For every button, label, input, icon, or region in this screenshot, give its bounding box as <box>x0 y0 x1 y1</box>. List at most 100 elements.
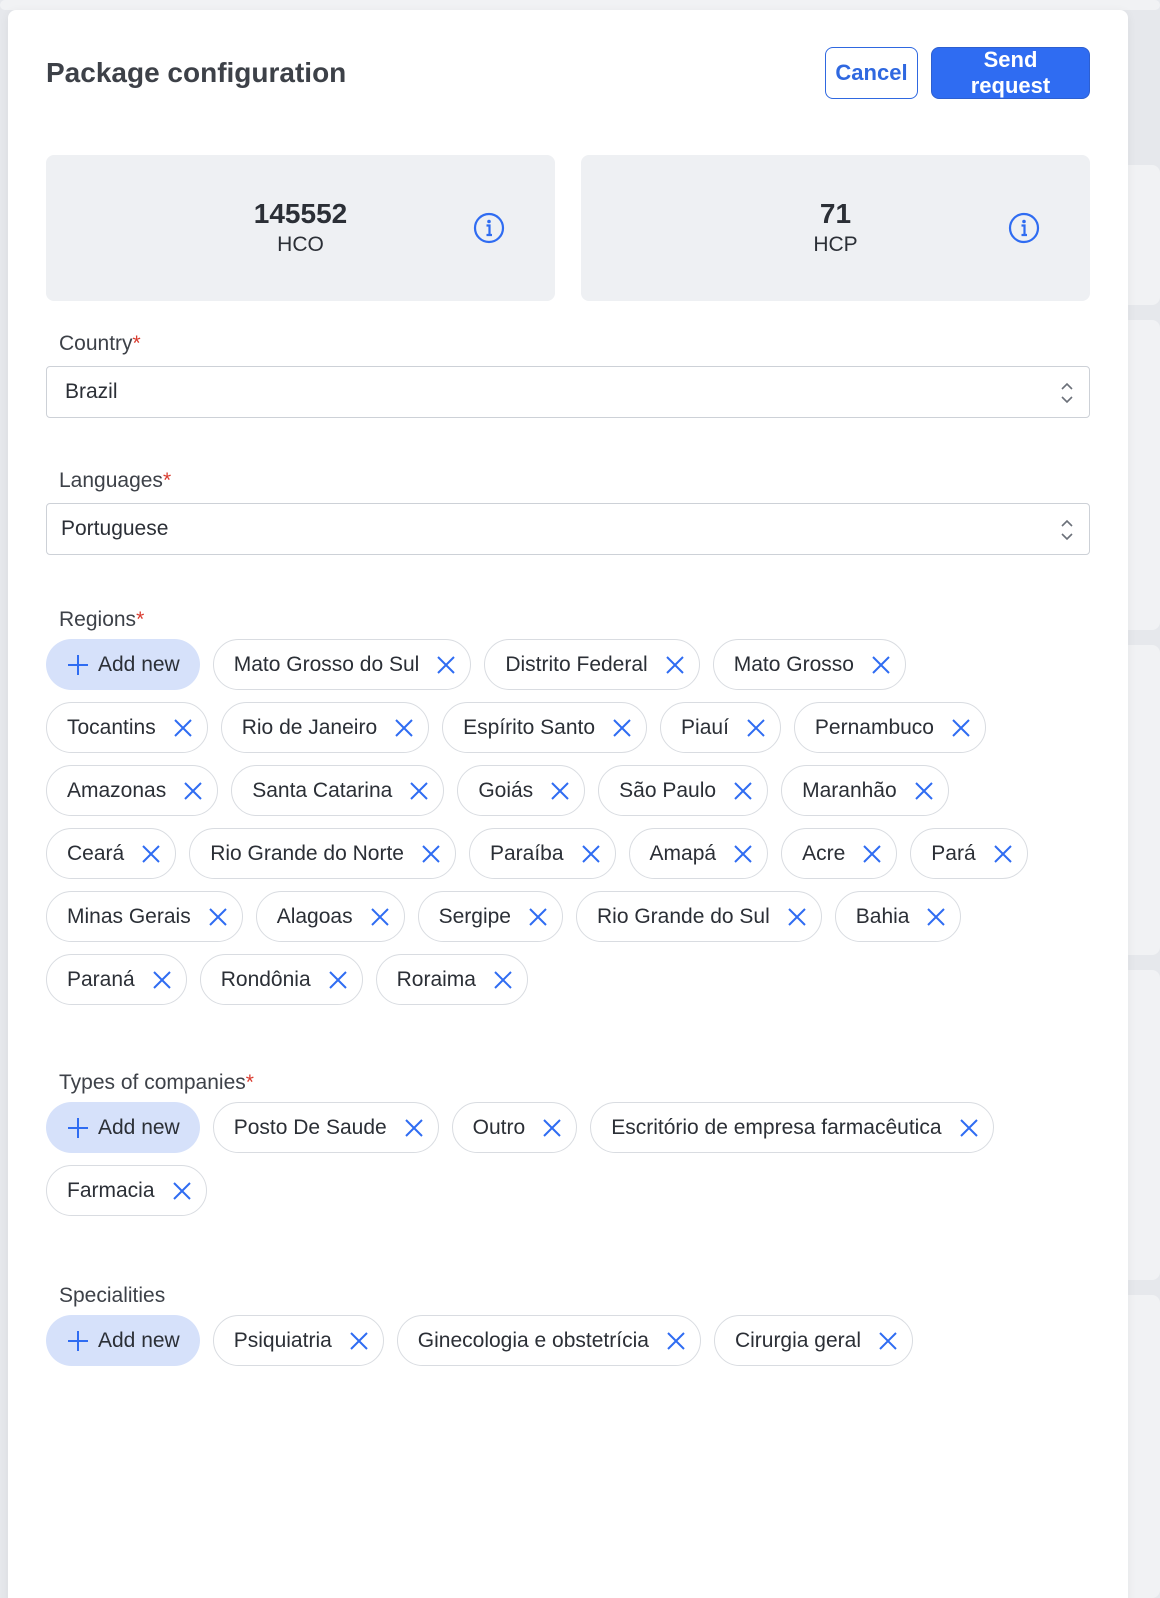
remove-icon[interactable] <box>786 906 808 928</box>
chip-roraima: Roraima <box>375 954 528 1005</box>
stat-card-hco: 145552 HCO <box>46 155 555 301</box>
chip-escritorio-de-empresa-farmaceutica: Escritório de empresa farmacêutica <box>590 1102 994 1153</box>
remove-icon[interactable] <box>207 906 229 928</box>
add-new-button[interactable]: Add new <box>46 1102 200 1153</box>
remove-icon[interactable] <box>611 717 633 739</box>
background-panel <box>0 0 1160 10</box>
chip-label: Ceará <box>67 841 125 865</box>
remove-icon[interactable] <box>958 1117 980 1139</box>
remove-icon[interactable] <box>492 969 514 991</box>
remove-icon[interactable] <box>877 1330 899 1352</box>
remove-icon[interactable] <box>992 843 1014 865</box>
chip-mato-grosso-do-sul: Mato Grosso do Sul <box>212 639 472 690</box>
country-select[interactable]: Brazil <box>46 366 1090 418</box>
remove-icon[interactable] <box>665 1330 687 1352</box>
chip-espirito-santo: Espírito Santo <box>442 702 648 753</box>
chip-label: Escritório de empresa farmacêutica <box>611 1115 942 1139</box>
chip-santa-catarina: Santa Catarina <box>231 765 445 816</box>
company-types-field: Types of companies* Add new Posto De Saud… <box>46 1068 1090 1216</box>
regions-chip-list: Add new Mato Grosso do Sul Distrito Federa… <box>46 639 1046 1005</box>
chip-rio-de-janeiro: Rio de Janeiro <box>220 702 430 753</box>
remove-icon[interactable] <box>870 654 892 676</box>
chip-label: Pernambuco <box>814 715 934 739</box>
remove-icon[interactable] <box>527 906 549 928</box>
cancel-button[interactable]: Cancel <box>825 47 918 99</box>
select-arrows-icon <box>1061 519 1073 541</box>
plus-icon <box>68 1330 88 1351</box>
country-field: Country* Brazil <box>46 329 1090 418</box>
chip-label: Espírito Santo <box>463 715 596 739</box>
chip-rio-grande-do-sul: Rio Grande do Sul <box>575 891 822 942</box>
remove-icon[interactable] <box>950 717 972 739</box>
remove-icon[interactable] <box>393 717 415 739</box>
chip-bahia: Bahia <box>834 891 962 942</box>
remove-icon[interactable] <box>861 843 883 865</box>
header-actions: Cancel Send request <box>825 47 1090 99</box>
chip-sao-paulo: São Paulo <box>598 765 769 816</box>
remove-icon[interactable] <box>549 780 571 802</box>
remove-icon[interactable] <box>403 1117 425 1139</box>
remove-icon[interactable] <box>925 906 947 928</box>
remove-icon[interactable] <box>732 843 754 865</box>
languages-label: Languages* <box>59 469 172 492</box>
chip-label: Maranhão <box>802 778 897 802</box>
chip-cirurgia-geral: Cirurgia geral <box>713 1315 913 1366</box>
remove-icon[interactable] <box>541 1117 563 1139</box>
remove-icon[interactable] <box>664 654 686 676</box>
chip-tocantins: Tocantins <box>46 702 208 753</box>
remove-icon[interactable] <box>151 969 173 991</box>
remove-icon[interactable] <box>369 906 391 928</box>
chip-label: Mato Grosso <box>733 652 854 676</box>
languages-value: Portuguese <box>61 517 169 540</box>
chip-posto-de-saude: Posto De Saude <box>212 1102 439 1153</box>
chip-ceara: Ceará <box>46 828 177 879</box>
chip-sergipe: Sergipe <box>417 891 563 942</box>
stats-row: 145552 HCO 71 HCP <box>46 155 1090 301</box>
chip-para: Pará <box>910 828 1028 879</box>
chip-acre: Acre <box>781 828 898 879</box>
company-types-label: Types of companies* <box>59 1071 254 1094</box>
chip-label: São Paulo <box>619 778 717 802</box>
send-request-button[interactable]: Send request <box>931 47 1090 99</box>
country-label: Country* <box>59 332 141 355</box>
chip-goias: Goiás <box>457 765 586 816</box>
remove-icon[interactable] <box>420 843 442 865</box>
chip-paraiba: Paraíba <box>468 828 616 879</box>
remove-icon[interactable] <box>913 780 935 802</box>
chip-label: Ginecologia e obstetrícia <box>417 1328 649 1352</box>
package-configuration-modal: Package configuration Cancel Send reques… <box>8 10 1128 1598</box>
remove-icon[interactable] <box>172 717 194 739</box>
chip-label: Paraíba <box>489 841 564 865</box>
chip-label: Paraná <box>67 967 135 991</box>
remove-icon[interactable] <box>171 1180 193 1202</box>
chip-maranhao: Maranhão <box>781 765 949 816</box>
remove-icon[interactable] <box>580 843 602 865</box>
info-icon[interactable] <box>473 212 505 244</box>
remove-icon[interactable] <box>745 717 767 739</box>
chip-label: Tocantins <box>67 715 156 739</box>
remove-icon[interactable] <box>182 780 204 802</box>
remove-icon[interactable] <box>408 780 430 802</box>
select-arrows-icon <box>1061 382 1073 404</box>
specialities-label: Specialities <box>59 1284 166 1307</box>
chip-mato-grosso: Mato Grosso <box>712 639 906 690</box>
add-new-button[interactable]: Add new <box>46 1315 200 1366</box>
remove-icon[interactable] <box>327 969 349 991</box>
chip-label: Pará <box>931 841 976 865</box>
remove-icon[interactable] <box>140 843 162 865</box>
chip-label: Roraima <box>396 967 476 991</box>
remove-icon[interactable] <box>732 780 754 802</box>
chip-label: Mato Grosso do Sul <box>233 652 420 676</box>
modal-title: Package configuration <box>46 57 347 88</box>
languages-select[interactable]: Portuguese <box>46 503 1090 555</box>
chip-label: Farmacia <box>67 1178 155 1202</box>
chip-label: Rio Grande do Sul <box>596 904 770 928</box>
chip-label: Amazonas <box>67 778 167 802</box>
add-new-button[interactable]: Add new <box>46 639 200 690</box>
regions-field: Regions* Add new Mato Grosso do Sul Distri… <box>46 605 1090 1005</box>
remove-icon[interactable] <box>435 654 457 676</box>
chip-label: Santa Catarina <box>252 778 393 802</box>
remove-icon[interactable] <box>348 1330 370 1352</box>
chip-label: Bahia <box>855 904 910 928</box>
info-icon[interactable] <box>1008 212 1040 244</box>
